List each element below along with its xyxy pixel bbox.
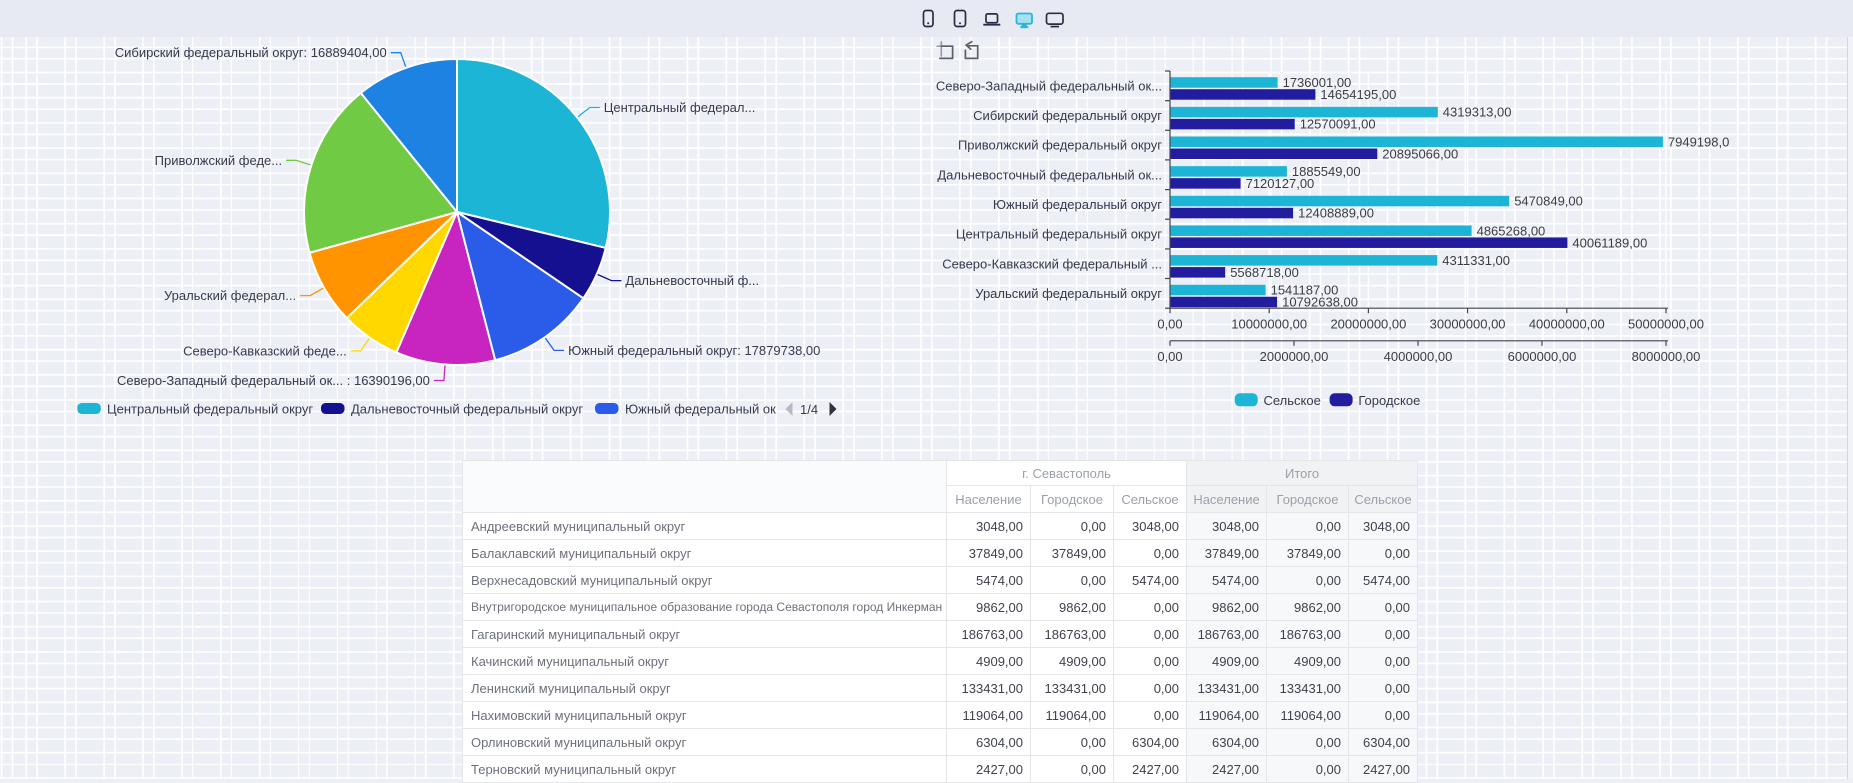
svg-text:Дальневосточный федеральный ок: Дальневосточный федеральный округ bbox=[351, 402, 583, 417]
svg-text:4865268,00: 4865268,00 bbox=[1477, 223, 1546, 238]
svg-text:7120127,00: 7120127,00 bbox=[1246, 176, 1315, 191]
svg-text:5470849,00: 5470849,00 bbox=[1514, 194, 1583, 209]
svg-text:Сибирский федеральный округ: Сибирский федеральный округ bbox=[973, 108, 1162, 123]
svg-text:Центральный федеральный округ: Центральный федеральный округ bbox=[956, 227, 1162, 242]
svg-text:0,00: 0,00 bbox=[1157, 316, 1182, 331]
svg-text:6000000,00: 6000000,00 bbox=[1508, 349, 1577, 364]
svg-text:1/4: 1/4 bbox=[800, 402, 818, 417]
svg-text:Южный федеральный округ: Южный федеральный округ bbox=[993, 197, 1162, 212]
svg-text:Южный федеральный округ: 17879: Южный федеральный округ: 17879738,00 bbox=[568, 343, 820, 358]
svg-text:5568718,00: 5568718,00 bbox=[1230, 265, 1299, 280]
svg-text:Дальневосточный ф...: Дальневосточный ф... bbox=[625, 273, 759, 288]
svg-text:12570091,00: 12570091,00 bbox=[1300, 117, 1376, 132]
svg-text:Приволжский феде...: Приволжский феде... bbox=[155, 153, 282, 168]
svg-text:10792638,00: 10792638,00 bbox=[1282, 295, 1358, 310]
svg-text:Центральный федерал...: Центральный федерал... bbox=[604, 100, 756, 115]
svg-text:0,00: 0,00 bbox=[1157, 349, 1182, 364]
svg-text:Южный федеральный ок: Южный федеральный ок bbox=[625, 402, 776, 417]
svg-text:10000000,00: 10000000,00 bbox=[1231, 316, 1307, 331]
svg-text:Северо-Кавказский феде...: Северо-Кавказский феде... bbox=[183, 343, 347, 358]
svg-text:4000000,00: 4000000,00 bbox=[1384, 349, 1453, 364]
svg-text:Сибирский федеральный округ: 1: Сибирский федеральный округ: 16889404,00 bbox=[115, 45, 387, 60]
svg-text:Приволжский федеральный округ: Приволжский федеральный округ bbox=[958, 138, 1162, 153]
svg-text:4319313,00: 4319313,00 bbox=[1443, 105, 1512, 120]
svg-text:40061189,00: 40061189,00 bbox=[1572, 235, 1647, 250]
svg-text:50000000,00: 50000000,00 bbox=[1628, 316, 1704, 331]
svg-text:7949198,0: 7949198,0 bbox=[1668, 134, 1729, 149]
svg-text:Центральный федеральный округ: Центральный федеральный округ bbox=[107, 402, 313, 417]
svg-text:Уральский федеральный округ: Уральский федеральный округ bbox=[975, 286, 1162, 301]
svg-text:Дальневосточный федеральный ок: Дальневосточный федеральный ок... bbox=[937, 167, 1162, 182]
svg-text:Северо-Западный федеральный ок: Северо-Западный федеральный ок... : 1639… bbox=[117, 373, 430, 388]
svg-text:40000000,00: 40000000,00 bbox=[1529, 316, 1605, 331]
svg-text:8000000,00: 8000000,00 bbox=[1632, 349, 1701, 364]
svg-text:30000000,00: 30000000,00 bbox=[1430, 316, 1506, 331]
svg-text:Сельское: Сельское bbox=[1264, 393, 1321, 408]
svg-text:Городское: Городское bbox=[1358, 393, 1420, 408]
svg-text:20000000,00: 20000000,00 bbox=[1330, 316, 1406, 331]
svg-text:Северо-Западный федеральный ок: Северо-Западный федеральный ок... bbox=[936, 78, 1162, 93]
svg-text:20895066,00: 20895066,00 bbox=[1382, 146, 1458, 161]
svg-text:14654195,00: 14654195,00 bbox=[1320, 87, 1396, 102]
svg-text:4311331,00: 4311331,00 bbox=[1442, 253, 1510, 268]
svg-text:12408889,00: 12408889,00 bbox=[1298, 206, 1374, 221]
svg-text:2000000,00: 2000000,00 bbox=[1260, 349, 1329, 364]
svg-text:Уральский федерал...: Уральский федерал... bbox=[164, 288, 296, 303]
svg-text:Северо-Кавказский федеральный: Северо-Кавказский федеральный ... bbox=[942, 256, 1162, 271]
